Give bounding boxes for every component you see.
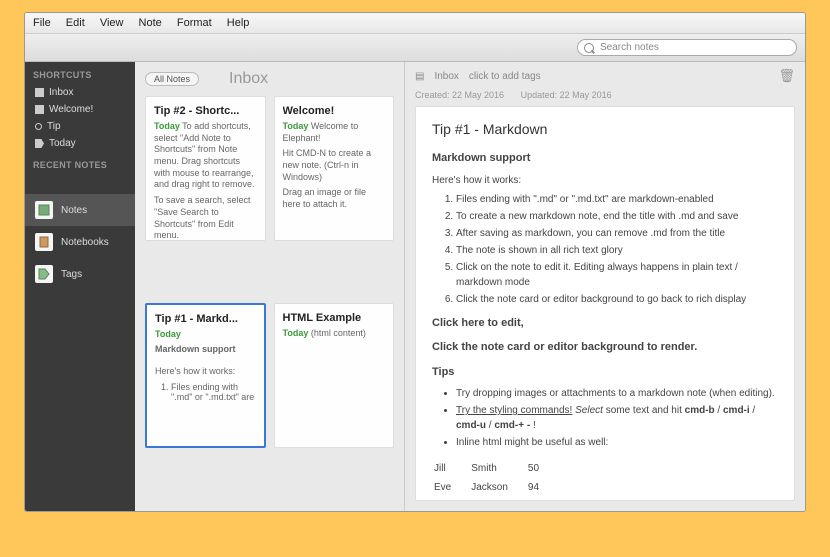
tag-icon [35,139,44,148]
tips-list: Try dropping images or attachments to a … [456,386,778,450]
shortcuts-heading: SHORTCUTS [25,62,135,84]
card-sub: Markdown support [155,344,256,356]
card-title: Tip #2 - Shortc... [154,105,257,117]
note-card[interactable]: Welcome! Today Welcome to Elephant! Hit … [274,96,395,241]
shortcut-label: Today [49,138,76,149]
table-row: EveJackson94 [434,479,557,496]
note-editor[interactable]: Tip #1 - Markdown Markdown support Here'… [415,106,795,501]
detail-meta: Created: 22 May 2016 Updated: 22 May 201… [405,90,805,106]
note-list-panel: All Notes Inbox Tip #2 - Shortc... Today… [135,62,405,511]
card-extra: Drag an image or file here to attach it. [283,187,386,210]
app-window: File Edit View Note Format Help Search n… [24,12,806,512]
filter-pill[interactable]: All Notes [145,72,199,86]
list-item: The note is shown in all rich text glory [456,243,778,258]
tag-prompt[interactable]: click to add tags [469,71,541,82]
notes-icon [35,201,53,219]
list-item: Click the note card or editor background… [456,292,778,307]
detail-bar: ▤ Inbox click to add tags 🗑 [405,62,805,90]
card-li: Files ending with ".md" or ".md.txt" are [171,382,256,402]
list-title: Inbox [229,70,268,88]
shortcut-label: Tip [47,121,61,132]
shortcut-tip[interactable]: Tip [25,118,135,135]
menubar: File Edit View Note Format Help [25,13,805,34]
note-title: Tip #1 - Markdown [432,119,778,140]
search-icon [35,123,42,130]
shortcut-label: Inbox [49,87,73,98]
tips-heading: Tips [432,364,778,381]
list-item: Files ending with ".md" or ".md.txt" are… [456,192,778,207]
note-h3: Markdown support [432,150,778,167]
card-title: Welcome! [283,105,386,117]
trash-icon[interactable]: 🗑 [778,68,795,84]
list-item: To create a new markdown note, end the t… [456,209,778,224]
card-title: HTML Example [283,312,386,324]
card-extra: To save a search, select "Save Search to… [154,195,257,241]
sidebar: SHORTCUTS Inbox Welcome! Tip Today RECEN… [25,62,135,511]
tab-tags[interactable]: Tags [25,258,135,290]
card-lead: To add shortcuts, select "Add Note to Sh… [154,121,255,189]
card-date: Today [155,329,181,339]
shortcut-welcome[interactable]: Welcome! [25,101,135,118]
shortcut-label: Welcome! [49,104,93,115]
tab-label: Notes [61,205,87,216]
menu-format[interactable]: Format [177,17,212,29]
click-render: Click the note card or editor background… [432,339,778,356]
card-title: Tip #1 - Markd... [155,313,256,325]
menu-file[interactable]: File [33,17,51,29]
menu-view[interactable]: View [100,17,124,29]
tab-notebooks[interactable]: Notebooks [25,226,135,258]
list-item: Try dropping images or attachments to a … [456,386,778,401]
main-body: SHORTCUTS Inbox Welcome! Tip Today RECEN… [25,62,805,511]
updated-date: Updated: 22 May 2016 [521,90,612,100]
list-header: All Notes Inbox [135,62,404,96]
recent-heading: RECENT NOTES [25,152,135,174]
card-body: Here's how it works: [155,366,256,378]
card-lead: (html content) [308,328,366,338]
doc-icon [35,105,44,114]
shortcut-today[interactable]: Today [25,135,135,152]
search-input[interactable]: Search notes [577,39,797,56]
menu-edit[interactable]: Edit [66,17,85,29]
note-card[interactable]: Tip #2 - Shortc... Today To add shortcut… [145,96,266,241]
notebooks-icon [35,233,53,251]
shortcut-inbox[interactable]: Inbox [25,84,135,101]
table-row: JillSmith50 [434,460,557,477]
tags-icon [35,265,53,283]
breadcrumb[interactable]: Inbox [434,71,458,82]
list-item: Try the styling commands! Select some te… [456,403,778,433]
note-card-selected[interactable]: Tip #1 - Markd... Today Markdown support… [145,303,266,448]
created-date: Created: 22 May 2016 [415,90,504,100]
card-extra: Hit CMD-N to create a new note. (Ctrl-n … [283,148,386,183]
example-table: JillSmith50 EveJackson94 [432,458,559,498]
box-icon [35,88,44,97]
card-date: Today [283,121,309,131]
notebook-icon: ▤ [415,71,424,82]
tab-label: Tags [61,269,82,280]
note-ol: Files ending with ".md" or ".md.txt" are… [456,192,778,307]
click-edit: Click here to edit, [432,315,778,332]
toolbar: Search notes [25,34,805,62]
card-date: Today [283,328,309,338]
detail-panel: ▤ Inbox click to add tags 🗑 Created: 22 … [405,62,805,511]
tab-label: Notebooks [61,237,109,248]
card-date: Today [154,121,180,131]
menu-note[interactable]: Note [139,17,162,29]
list-item: After saving as markdown, you can remove… [456,226,778,241]
note-card[interactable]: HTML Example Today (html content) [274,303,395,448]
menu-help[interactable]: Help [227,17,250,29]
list-item: Click on the note to edit it. Editing al… [456,260,778,290]
list-item: Inline html might be useful as well: [456,435,778,450]
note-intro: Here's how it works: [432,173,778,188]
tab-notes[interactable]: Notes [25,194,135,226]
cards-grid: Tip #2 - Shortc... Today To add shortcut… [135,96,404,511]
